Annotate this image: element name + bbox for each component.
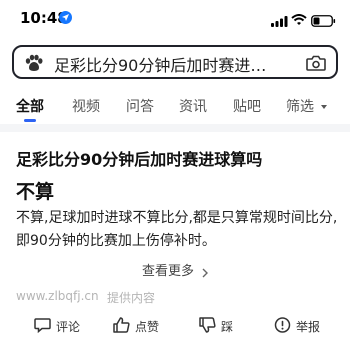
- tab-video[interactable]: 视频: [72, 96, 100, 116]
- location-arrow-icon: [59, 11, 72, 24]
- battery-icon: [311, 12, 336, 31]
- tab-all[interactable]: 全部: [16, 96, 44, 116]
- baidu-paw-icon: [24, 54, 44, 76]
- answer-card: 足彩比分90分钟后加时赛进球算吗 不算 不算,足球加时进球不算比分,都是只算常规…: [0, 132, 350, 342]
- question-title[interactable]: 足彩比分90分钟后加时赛进球算吗: [16, 146, 262, 170]
- tab-filter[interactable]: 筛选: [286, 96, 328, 116]
- action-bar: 评论 点赞 踩 举报: [0, 315, 350, 339]
- thumbs-down-icon: [199, 317, 216, 333]
- comment-icon: [34, 318, 51, 333]
- answer-body: 不算,足球加时进球不算比分,都是只算常规时间比分,即90分钟的比赛加上伤停补时。: [16, 210, 338, 249]
- search-query-text: 足彩比分90分钟后加时赛进…: [54, 56, 267, 75]
- source-domain[interactable]: www.zlbqfj.cn: [16, 289, 99, 303]
- cellular-signal-icon: [271, 12, 288, 31]
- source-suffix: 提供内容: [107, 291, 156, 305]
- tab-filter-label: 筛选: [286, 99, 314, 115]
- dislike-label: 踩: [221, 320, 234, 334]
- tab-qa[interactable]: 问答: [126, 96, 154, 116]
- result-tabs: 全部 视频 问答 资讯 贴吧 筛选: [0, 86, 350, 124]
- status-bar: 10:48: [0, 0, 350, 40]
- tab-news[interactable]: 资讯: [179, 96, 207, 116]
- active-tab-indicator: [24, 119, 36, 122]
- comment-label: 评论: [56, 320, 81, 334]
- tab-tieba[interactable]: 贴吧: [233, 96, 261, 116]
- view-more-link[interactable]: 查看更多: [142, 260, 194, 279]
- search-header: 足彩比分90分钟后加时赛进…: [0, 40, 350, 86]
- search-input[interactable]: 足彩比分90分钟后加时赛进…: [12, 45, 338, 79]
- answer-title: 不算: [16, 181, 55, 203]
- report-label: 举报: [296, 320, 321, 334]
- like-label: 点赞: [135, 320, 160, 334]
- wifi-icon: [291, 11, 307, 30]
- thumbs-up-icon: [113, 317, 130, 333]
- chevron-right-icon: [202, 263, 208, 282]
- camera-icon[interactable]: [306, 55, 326, 75]
- filter-chevron-icon: [321, 105, 328, 109]
- warning-icon: [274, 317, 291, 333]
